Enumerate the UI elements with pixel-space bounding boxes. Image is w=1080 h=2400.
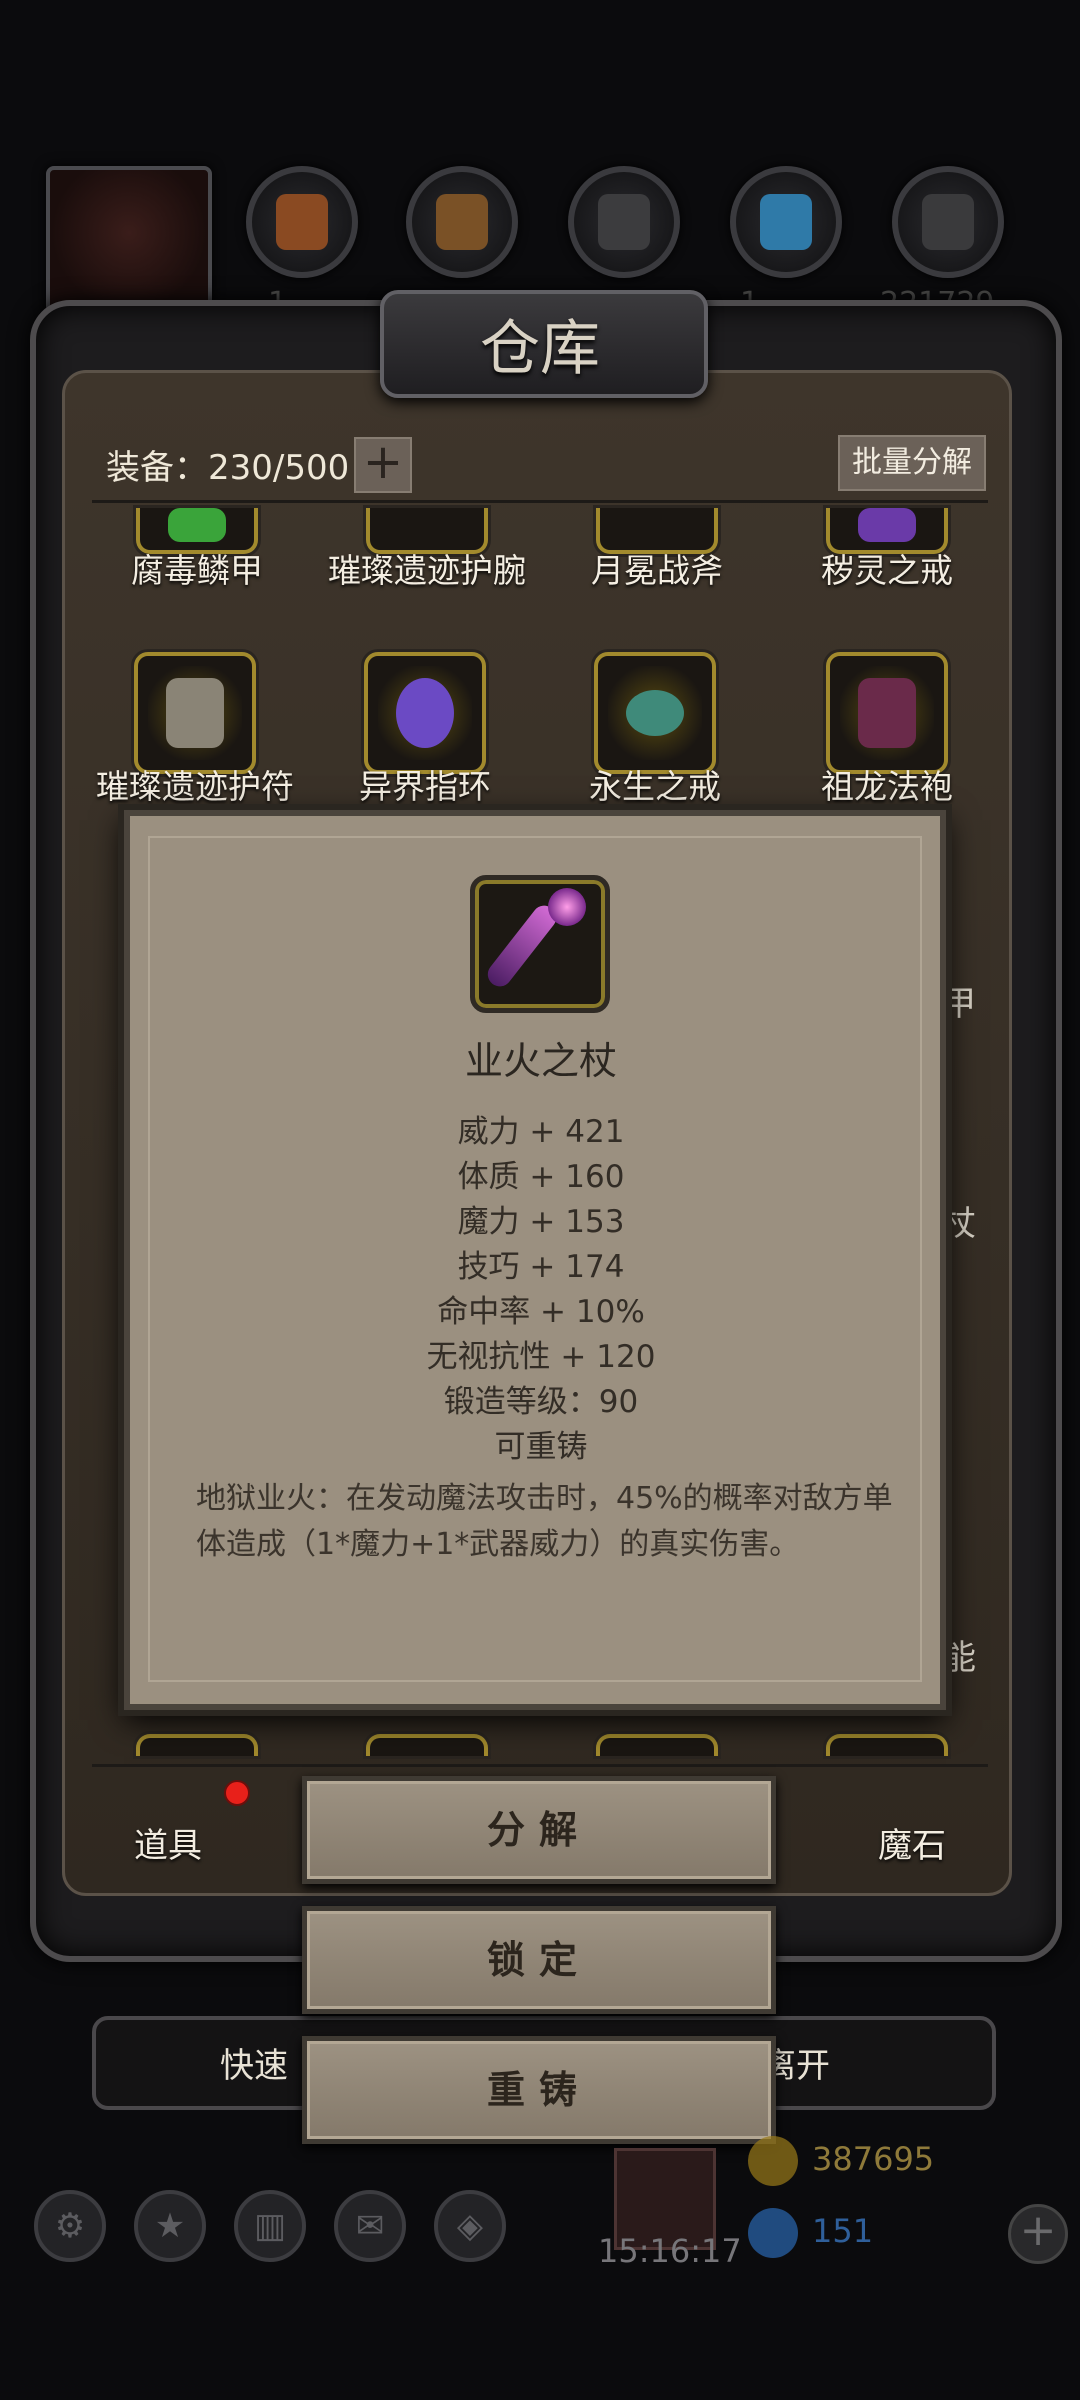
item-description: 地狱业火：在发动魔法攻击时，45%的概率对敌方单体造成（1*魔力+1*武器威力）… — [196, 1481, 893, 1562]
staff-gem-icon — [548, 888, 586, 926]
resource-crystal-icon — [730, 166, 842, 278]
item-slot[interactable] — [594, 652, 716, 774]
notification-badge — [224, 1780, 250, 1806]
item-icon-frame — [470, 875, 610, 1013]
divider — [92, 500, 988, 503]
item-slot[interactable] — [826, 1734, 948, 1756]
tab-items[interactable]: 道具 — [134, 1818, 202, 1867]
tab-magic-stones[interactable]: 魔石 — [878, 1818, 946, 1867]
resource-wood-icon — [406, 166, 518, 278]
item-slot[interactable] — [826, 652, 948, 774]
item-slot[interactable] — [364, 652, 486, 774]
divider — [92, 1764, 988, 1767]
dismantle-button[interactable]: 分解 — [302, 1776, 776, 1884]
item-stat: 命中率 + 10% — [437, 1294, 645, 1330]
item-stat: 威力 + 421 — [457, 1114, 625, 1150]
item-slot[interactable] — [136, 1734, 258, 1756]
shop-icon[interactable]: ◈ — [434, 2190, 506, 2262]
mail-icon[interactable]: ✉ — [334, 2190, 406, 2262]
add-currency-icon[interactable]: + — [1008, 2204, 1068, 2264]
gold-amount: 387695 — [812, 2140, 935, 2178]
clock: 15:16:17 — [598, 2232, 742, 2270]
item-name: 祖龙法袍 — [821, 767, 953, 806]
diamond-amount: 151 — [812, 2212, 874, 2250]
item-stat: 锻造等级：90 — [443, 1384, 639, 1420]
item-slot[interactable] — [134, 652, 256, 774]
player-avatar[interactable] — [46, 166, 212, 314]
resource-ore-icon — [892, 166, 1004, 278]
item-name-fragment: 甲 — [942, 984, 976, 1024]
item-slot[interactable] — [366, 1734, 488, 1756]
item-title: 业火之杖 — [464, 1039, 617, 1083]
reforge-button[interactable]: 重铸 — [302, 2036, 776, 2144]
gold-icon — [748, 2136, 798, 2186]
settings-icon[interactable]: ⚙ — [34, 2190, 106, 2262]
diamond-icon — [748, 2208, 798, 2258]
item-name: 月冕战斧 — [591, 551, 723, 590]
achievement-icon[interactable]: ★ — [134, 2190, 206, 2262]
item-name-fragment: 能 — [942, 1638, 976, 1678]
item-name: 璀璨遗迹护腕 — [328, 551, 526, 590]
item-name: 异界指环 — [359, 767, 491, 806]
item-name: 璀璨遗迹护符 — [96, 767, 294, 806]
item-stat: 技巧 + 174 — [457, 1249, 625, 1285]
item-name: 腐毒鳞甲 — [131, 551, 263, 590]
resource-iron-icon — [568, 166, 680, 278]
item-stat: 可重铸 — [494, 1429, 588, 1465]
bulk-dismantle-button[interactable]: 批量分解 — [838, 435, 986, 491]
item-name: 秽灵之戒 — [821, 551, 953, 590]
item-stat: 魔力 + 153 — [457, 1204, 625, 1240]
resource-leather-icon — [246, 166, 358, 278]
capacity-label: 装备：230/500 — [106, 448, 350, 488]
item-name-fragment: 杖 — [942, 1204, 976, 1244]
item-name: 永生之戒 — [589, 767, 721, 806]
item-stat: 体质 + 160 — [457, 1159, 625, 1195]
item-slot[interactable] — [596, 1734, 718, 1756]
add-capacity-button[interactable]: + — [354, 437, 412, 493]
ranking-icon[interactable]: ▥ — [234, 2190, 306, 2262]
item-stat: 无视抗性 + 120 — [426, 1339, 656, 1375]
lock-button[interactable]: 锁定 — [302, 1906, 776, 2014]
page-title: 仓库 — [480, 314, 600, 384]
quick-button[interactable]: 快速 — [220, 2038, 288, 2087]
